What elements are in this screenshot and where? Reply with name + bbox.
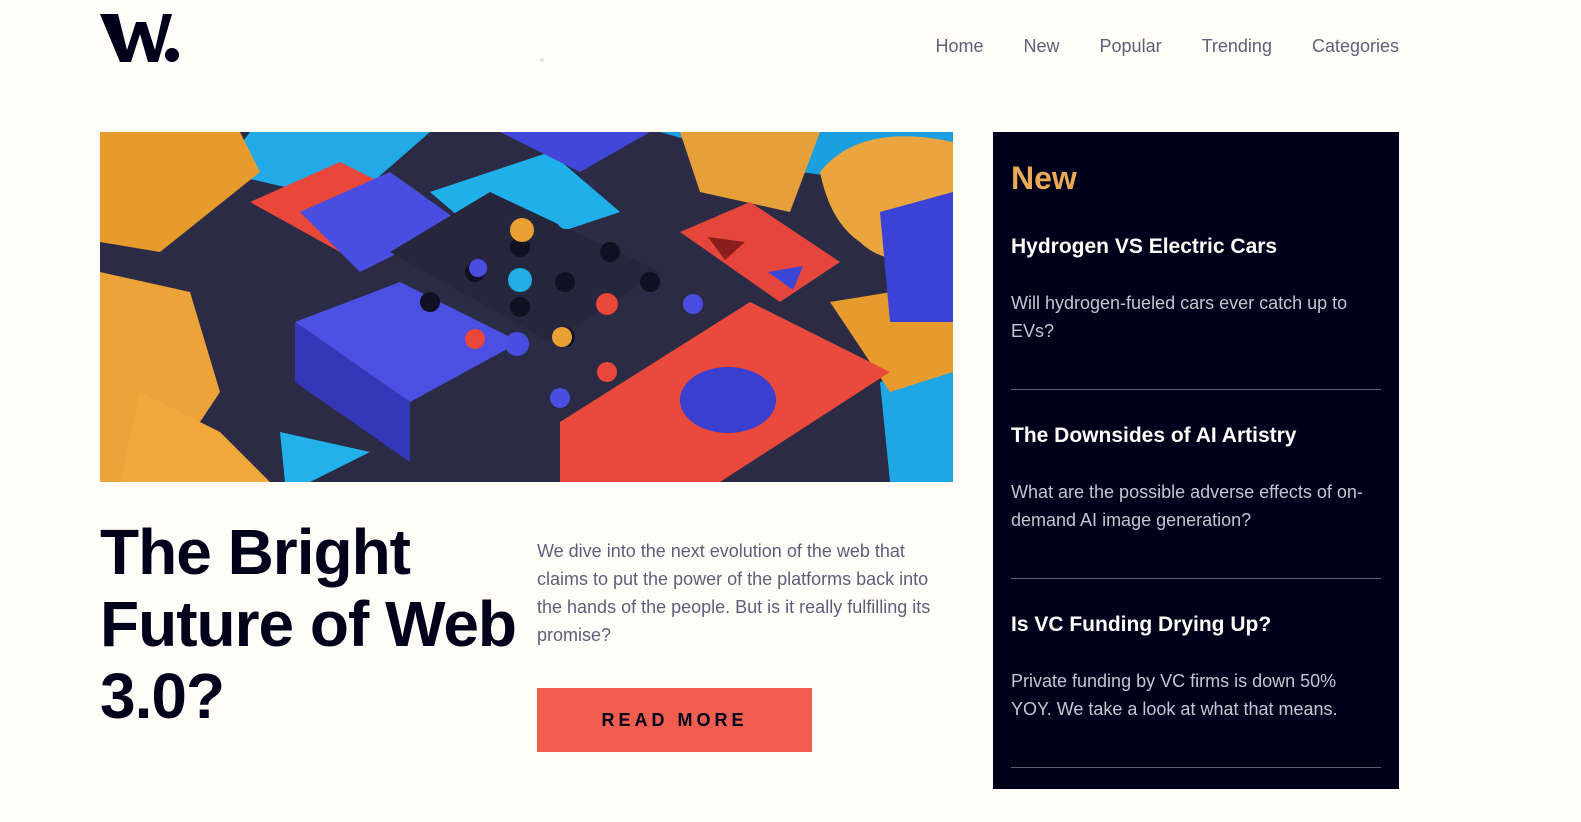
decorative-dot — [540, 58, 544, 62]
hero-headline: The Bright Future of Web 3.0? — [100, 516, 517, 732]
sidebar-post-title[interactable]: The Downsides of AI Artistry — [1011, 424, 1381, 448]
nav-item-popular[interactable]: Popular — [1100, 36, 1162, 57]
sidebar-post: Hydrogen VS Electric Cars Will hydrogen-… — [1011, 235, 1381, 390]
sidebar-post: The Downsides of AI Artistry What are th… — [1011, 424, 1381, 579]
sidebar-post: Is VC Funding Drying Up? Private funding… — [1011, 613, 1381, 768]
new-posts-sidebar: New Hydrogen VS Electric Cars Will hydro… — [993, 132, 1399, 789]
logo-mark-icon — [100, 14, 179, 62]
main-nav: Home New Popular Trending Categories — [936, 36, 1400, 57]
sidebar-post-summary: Private funding by VC firms is down 50% … — [1011, 671, 1338, 719]
sidebar-title: New — [1011, 160, 1077, 196]
abstract-blocks-image-icon — [100, 132, 953, 482]
nav-item-new[interactable]: New — [1024, 36, 1060, 57]
nav-item-home[interactable]: Home — [936, 36, 984, 57]
nav-item-trending[interactable]: Trending — [1202, 36, 1272, 57]
sidebar-post-title[interactable]: Hydrogen VS Electric Cars — [1011, 235, 1381, 259]
hero-lead: We dive into the next evolution of the w… — [537, 541, 931, 645]
nav-item-categories[interactable]: Categories — [1312, 36, 1399, 57]
hero-image — [100, 132, 953, 482]
logo[interactable] — [100, 12, 182, 64]
sidebar-post-summary: Will hydrogen-fueled cars ever catch up … — [1011, 293, 1348, 341]
sidebar-post-summary: What are the possible adverse effects of… — [1011, 482, 1363, 530]
read-more-button[interactable]: READ MORE — [537, 688, 812, 752]
sidebar-post-title[interactable]: Is VC Funding Drying Up? — [1011, 613, 1381, 637]
